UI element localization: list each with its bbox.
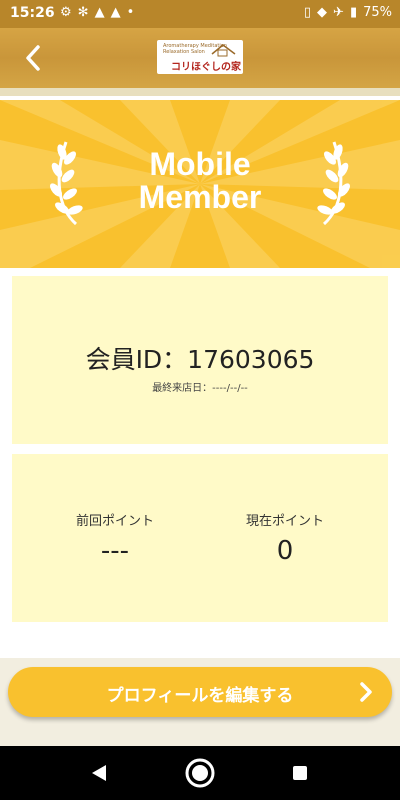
settings-icon: ⚙ <box>60 5 78 20</box>
logo-subtext: Aromatherapy Meditation Relaxation Salon <box>163 43 227 55</box>
vibrate-icon: ▯ <box>303 5 312 20</box>
mobile-member-banner: Mobile Member <box>0 100 400 268</box>
system-nav-bar <box>0 746 400 800</box>
previous-points-label: 前回ポイント <box>75 514 154 529</box>
brand-logo: Aromatherapy Meditation Relaxation Salon… <box>157 40 243 74</box>
back-button[interactable] <box>18 40 54 76</box>
system-icons: ▯ ◆ ✈ ▮ 75% <box>298 5 392 20</box>
banner-title: Mobile Member <box>100 148 300 214</box>
member-id: 会員ID：17603065 <box>85 345 315 374</box>
last-visit-date: 最終来店日：----/--/-- <box>152 383 248 394</box>
member-id-card: 会員ID：17603065 最終来店日：----/--/-- <box>12 276 388 444</box>
points-card: 前回ポイント --- 現在ポイント 0 <box>12 454 388 622</box>
warning-icon: ▲ <box>94 5 111 20</box>
laurel-left-icon <box>50 141 83 226</box>
current-points-label: 現在ポイント <box>245 514 324 529</box>
recents-square-icon[interactable] <box>292 765 308 781</box>
banner-title-line1: Mobile <box>149 146 251 182</box>
laurel-right-icon <box>317 141 350 226</box>
notification-icons: ⚙✻▲▲• <box>60 5 140 20</box>
header-divider <box>0 88 400 96</box>
current-points-value: 0 <box>276 536 294 566</box>
banner-title-line2: Member <box>138 179 262 215</box>
battery-percent: 75% <box>363 5 392 20</box>
dot-icon: • <box>126 5 141 20</box>
logo-name: コリほぐしの家 <box>171 62 241 73</box>
chevron-right-icon <box>360 682 372 702</box>
back-triangle-icon[interactable] <box>90 763 108 783</box>
warning-icon: ▲ <box>110 5 127 20</box>
wifi-icon: ◆ <box>317 5 328 20</box>
previous-points-value: --- <box>100 536 130 566</box>
battery-icon: ▮ <box>349 5 358 20</box>
home-circle-icon[interactable] <box>184 757 216 789</box>
edit-profile-button[interactable]: プロフィールを編集する <box>8 667 392 717</box>
airplane-icon: ✈ <box>333 5 344 20</box>
chevron-left-icon <box>26 45 40 71</box>
status-bar: 15:26 ⚙✻▲▲• ▯ ◆ ✈ ▮ 75% <box>0 0 400 28</box>
fan-icon: ✻ <box>77 5 95 20</box>
app-header: Aromatherapy Meditation Relaxation Salon… <box>0 28 400 88</box>
status-time: 15:26 <box>10 5 55 21</box>
edit-profile-label: プロフィールを編集する <box>106 686 294 706</box>
